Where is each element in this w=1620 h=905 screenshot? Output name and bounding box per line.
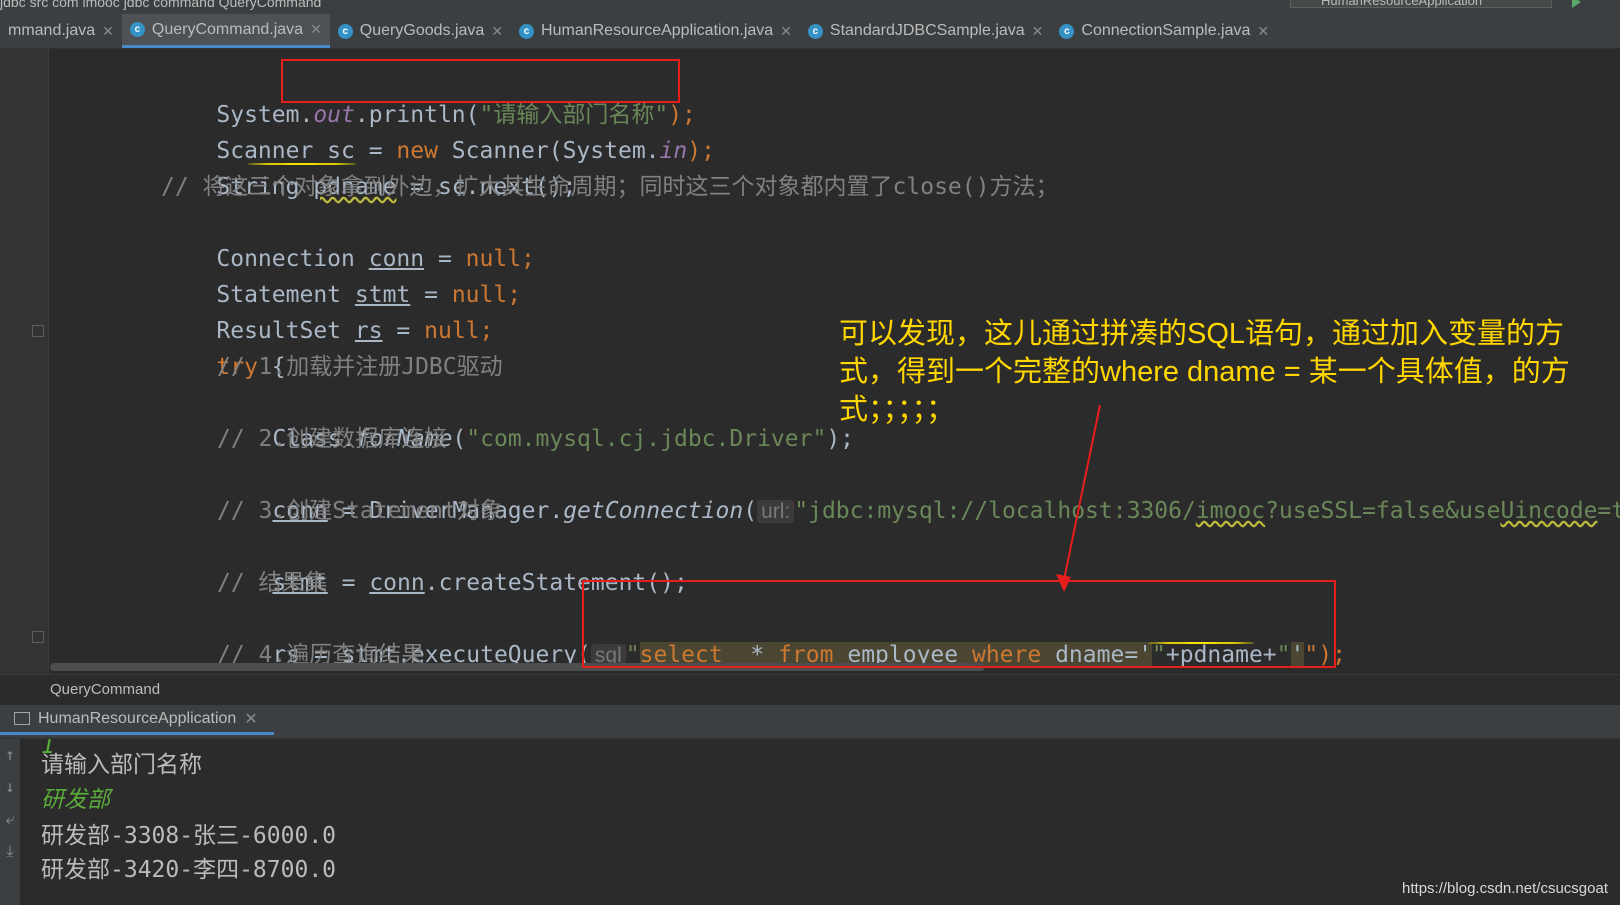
console-user-input: 研发部 <box>41 787 110 813</box>
tab-run-humanresourceapplication[interactable]: HumanResourceApplication ✕ <box>0 705 274 735</box>
scroll-to-end-icon[interactable]: ⤓ <box>0 835 20 867</box>
console-toolbar: ↑ ↓ ⤶ ⤓ <box>0 739 20 905</box>
editor-breadcrumb: QueryCommand <box>0 674 1620 705</box>
run-tab-label: HumanResourceApplication <box>38 709 237 727</box>
close-icon[interactable]: ✕ <box>244 709 257 729</box>
console-line: 研发部-3420-李四-8700.0 <box>41 857 337 883</box>
console-icon <box>14 712 30 725</box>
console-line: 请输入部门名称 <box>41 752 202 778</box>
console-output[interactable]: 1 请输入部门名称 研发部 研发部-3308-张三-6000.0 研发部-342… <box>20 739 1620 905</box>
soft-wrap-icon[interactable]: ⤶ <box>0 803 20 835</box>
breadcrumb-item[interactable]: QueryCommand <box>50 681 160 698</box>
arrow-down-icon[interactable]: ↓ <box>0 771 20 803</box>
watermark: https://blog.csdn.net/csucsgoat <box>1402 880 1608 897</box>
console-line: 研发部-3308-张三-6000.0 <box>41 823 337 849</box>
arrow-up-icon[interactable]: ↑ <box>0 739 20 771</box>
run-panel-tabs: HumanResourceApplication ✕ <box>0 705 1620 739</box>
